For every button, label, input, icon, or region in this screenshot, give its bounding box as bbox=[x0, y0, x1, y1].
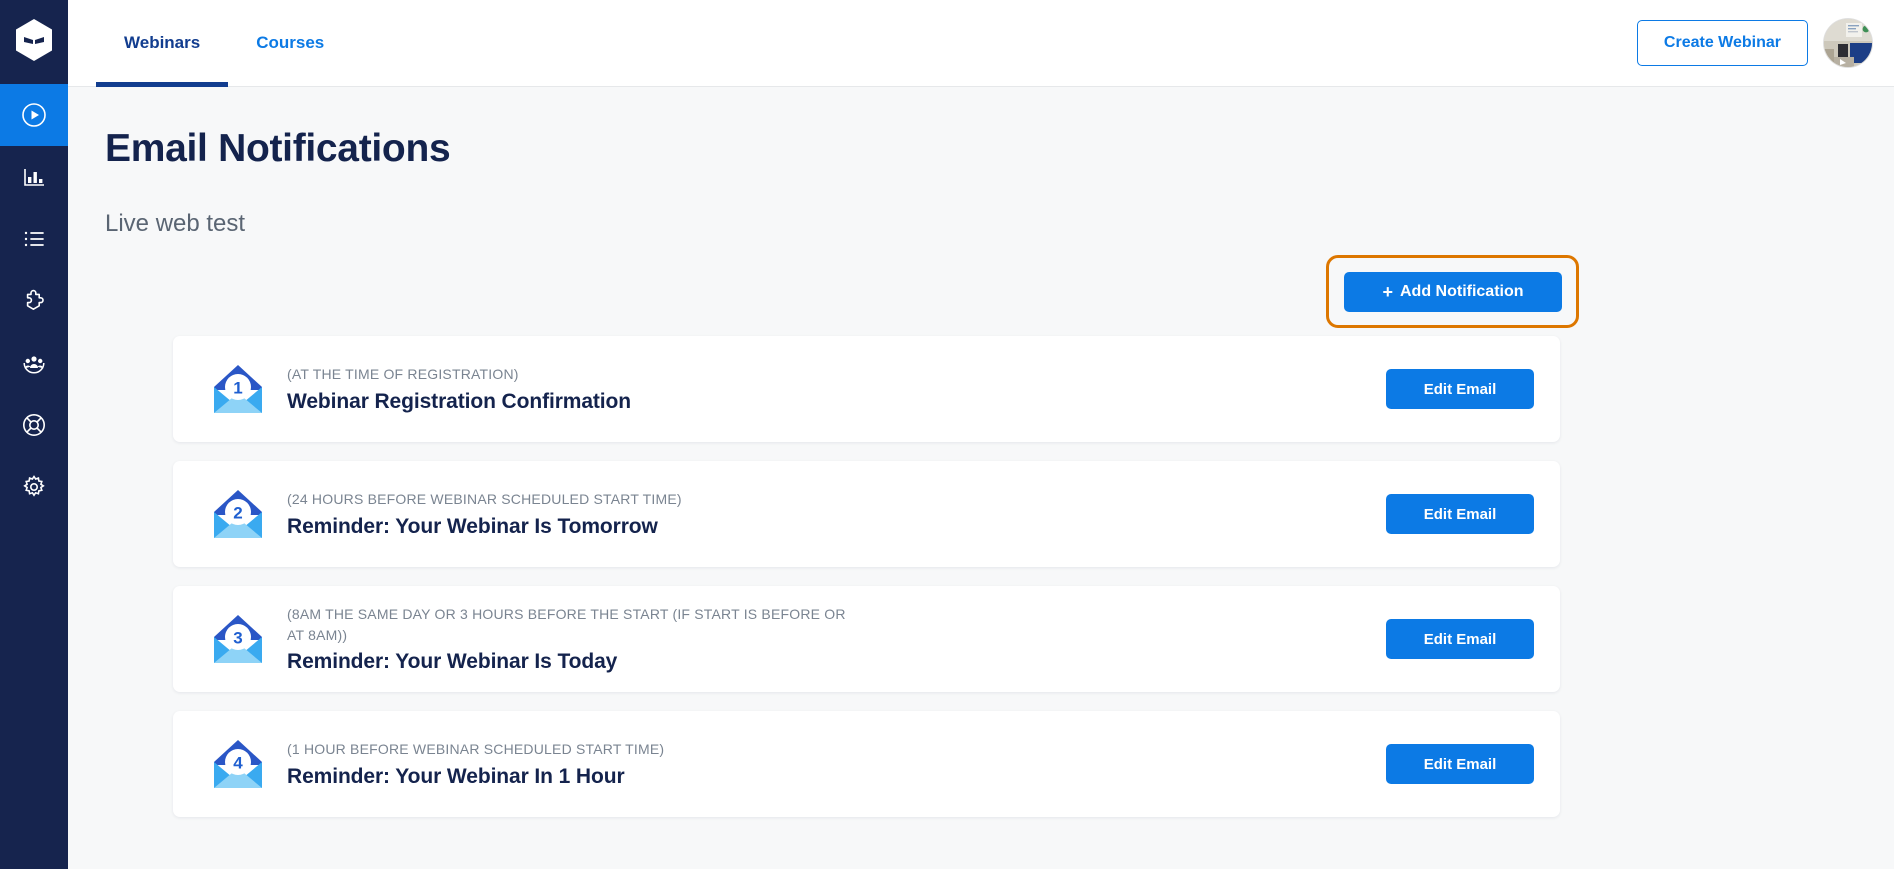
tab-webinars[interactable]: Webinars bbox=[96, 0, 229, 87]
tab-courses-label: Courses bbox=[256, 33, 325, 52]
notification-name: Reminder: Your Webinar Is Today bbox=[287, 649, 618, 673]
sidebar-item-webinars[interactable] bbox=[0, 84, 68, 146]
list-icon bbox=[21, 226, 47, 252]
edit-email-button[interactable]: Edit Email bbox=[1386, 494, 1534, 534]
notification-list: 1 (AT THE TIME OF REGISTRATION) Webinar … bbox=[68, 336, 1894, 817]
sidebar-item-integrations[interactable] bbox=[0, 270, 68, 332]
sidebar-item-support[interactable] bbox=[0, 394, 68, 456]
envelope-number: 2 bbox=[233, 504, 242, 523]
left-sidebar bbox=[0, 0, 68, 869]
edit-email-button[interactable]: Edit Email bbox=[1386, 619, 1534, 659]
envelope-number: 3 bbox=[233, 629, 242, 648]
sidebar-item-list[interactable] bbox=[0, 208, 68, 270]
puzzle-piece-icon bbox=[21, 288, 47, 314]
top-tabs: Webinars Courses bbox=[68, 0, 352, 87]
notification-timing: (24 HOURS BEFORE WEBINAR SCHEDULED START… bbox=[287, 491, 682, 508]
play-circle-icon bbox=[21, 102, 47, 128]
notification-text: (24 HOURS BEFORE WEBINAR SCHEDULED START… bbox=[287, 489, 1386, 538]
plus-icon: + bbox=[1382, 282, 1393, 302]
notification-card: 1 (AT THE TIME OF REGISTRATION) Webinar … bbox=[173, 336, 1560, 442]
add-notification-label: Add Notification bbox=[1399, 283, 1524, 300]
notification-name: Webinar Registration Confirmation bbox=[287, 389, 632, 413]
app-root: Webinars Courses Create Webinar Email No… bbox=[0, 0, 1894, 869]
notification-card: 2 (24 HOURS BEFORE WEBINAR SCHEDULED STA… bbox=[173, 461, 1560, 567]
envelope-number-icon: 4 bbox=[209, 735, 267, 793]
notification-card: 4 (1 HOUR BEFORE WEBINAR SCHEDULED START… bbox=[173, 711, 1560, 817]
edit-email-button[interactable]: Edit Email bbox=[1386, 744, 1534, 784]
main-region: Webinars Courses Create Webinar Email No… bbox=[68, 0, 1894, 869]
app-logo[interactable] bbox=[0, 0, 68, 84]
envelope-number-icon: 1 bbox=[209, 360, 267, 418]
ninja-hexagon-logo-icon bbox=[14, 18, 54, 67]
tab-webinars-label: Webinars bbox=[124, 33, 201, 52]
page-content: Email Notifications Live web test + Add … bbox=[68, 87, 1894, 869]
notification-timing: (AT THE TIME OF REGISTRATION) bbox=[287, 366, 519, 383]
envelope-number-icon: 2 bbox=[209, 485, 267, 543]
create-webinar-button[interactable]: Create Webinar bbox=[1636, 20, 1808, 66]
avatar[interactable] bbox=[1824, 19, 1872, 67]
tab-courses[interactable]: Courses bbox=[228, 0, 352, 87]
envelope-number: 1 bbox=[233, 379, 242, 398]
sidebar-item-analytics[interactable] bbox=[0, 146, 68, 208]
notification-timing: (1 HOUR BEFORE WEBINAR SCHEDULED START T… bbox=[287, 741, 665, 758]
avatar-photo-icon bbox=[1824, 19, 1872, 67]
sidebar-item-contacts[interactable] bbox=[0, 332, 68, 394]
notification-timing: (8AM THE SAME DAY OR 3 HOURS BEFORE THE … bbox=[287, 606, 846, 643]
page-title: Email Notifications bbox=[105, 127, 451, 170]
sidebar-item-settings[interactable] bbox=[0, 456, 68, 518]
top-bar-actions: Create Webinar bbox=[1636, 19, 1872, 67]
envelope-number: 4 bbox=[233, 754, 243, 773]
lifebuoy-icon bbox=[21, 412, 47, 438]
notification-text: (1 HOUR BEFORE WEBINAR SCHEDULED START T… bbox=[287, 739, 1386, 788]
top-bar: Webinars Courses Create Webinar bbox=[68, 0, 1894, 87]
envelope-number-icon: 3 bbox=[209, 610, 267, 668]
bar-chart-icon bbox=[21, 164, 47, 190]
notification-text: (AT THE TIME OF REGISTRATION) Webinar Re… bbox=[287, 364, 1386, 413]
page-subtitle: Live web test bbox=[105, 210, 246, 237]
notification-name: Reminder: Your Webinar In 1 Hour bbox=[287, 764, 625, 788]
edit-email-button[interactable]: Edit Email bbox=[1386, 369, 1534, 409]
action-row: + Add Notification bbox=[68, 242, 1894, 328]
notification-card: 3 (8AM THE SAME DAY OR 3 HOURS BEFORE TH… bbox=[173, 586, 1560, 692]
notification-text: (8AM THE SAME DAY OR 3 HOURS BEFORE THE … bbox=[287, 604, 1386, 674]
notification-name: Reminder: Your Webinar Is Tomorrow bbox=[287, 514, 658, 538]
gear-icon bbox=[21, 474, 47, 500]
users-group-icon bbox=[21, 350, 47, 376]
add-notification-button[interactable]: + Add Notification bbox=[1344, 272, 1562, 312]
